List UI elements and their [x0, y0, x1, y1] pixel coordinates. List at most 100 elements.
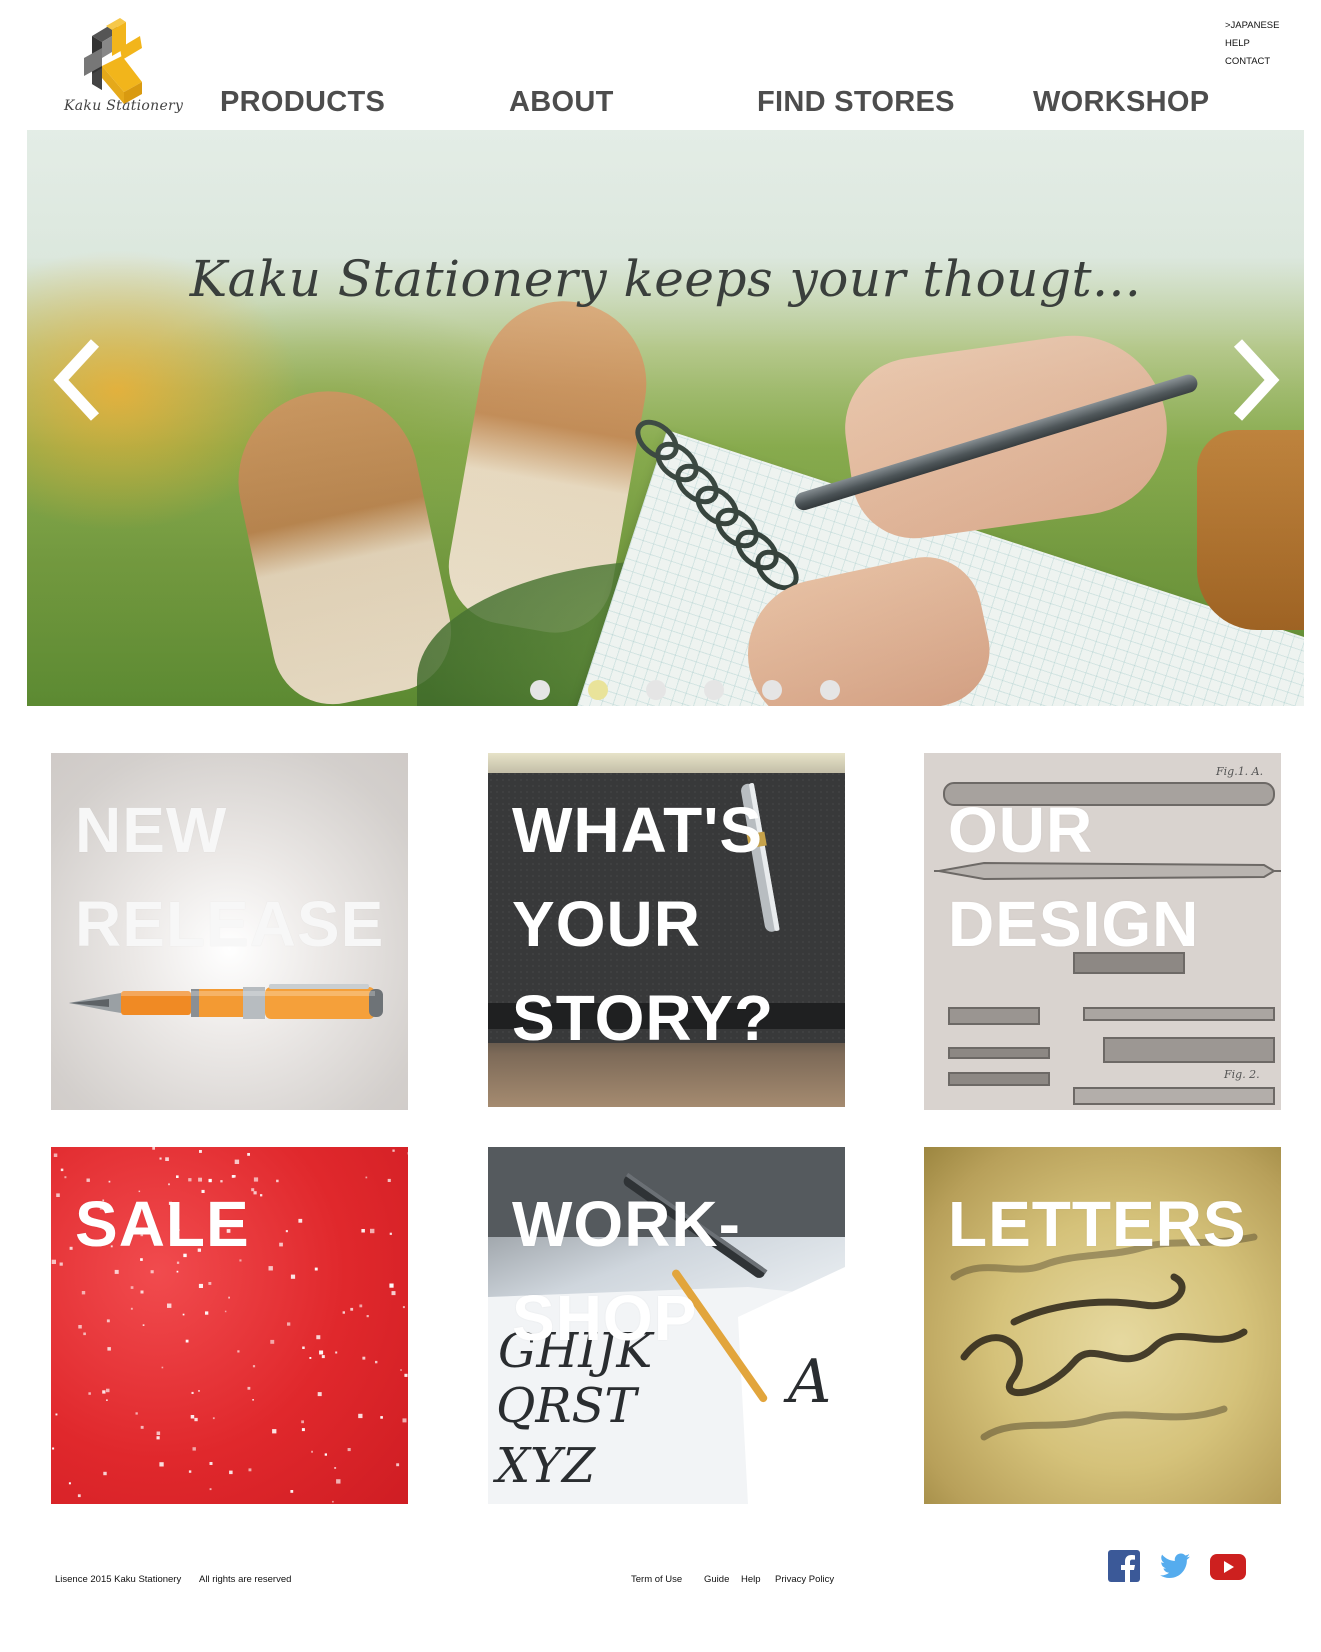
sparkle	[152, 1147, 155, 1150]
nav-about[interactable]: ABOUT	[509, 86, 614, 119]
sparkle	[276, 1179, 279, 1183]
tile-sale-label: SALE	[75, 1177, 250, 1271]
sparkle	[51, 1259, 56, 1264]
footer-link-privacy[interactable]: Privacy Policy	[775, 1574, 834, 1585]
help-link[interactable]: HELP	[1225, 35, 1279, 53]
sparkle	[302, 1346, 305, 1349]
sparkle	[209, 1462, 213, 1465]
nav-products[interactable]: PRODUCTS	[220, 86, 385, 119]
sparkle	[237, 1350, 240, 1353]
sparkle	[380, 1416, 383, 1419]
sparkle	[252, 1365, 256, 1368]
sparkle	[159, 1462, 164, 1467]
sparkle	[234, 1159, 240, 1164]
sparkle	[135, 1412, 138, 1415]
sparkle	[107, 1347, 111, 1351]
tile-letters[interactable]: LETTERS	[924, 1147, 1281, 1504]
sparkle	[309, 1357, 312, 1359]
sparkle	[324, 1453, 327, 1456]
slider-dot[interactable]	[762, 680, 782, 700]
footer-licence: Lisence 2015 Kaku Stationery	[55, 1574, 182, 1585]
slider-dot[interactable]	[530, 680, 550, 700]
sparkle	[321, 1355, 325, 1359]
nav-find-stores[interactable]: FIND STORES	[757, 86, 955, 119]
chevron-right-icon[interactable]	[1224, 335, 1284, 425]
sparkle	[253, 1191, 257, 1195]
sparkle	[407, 1152, 408, 1155]
sparkle	[387, 1178, 391, 1182]
sparkle	[404, 1373, 408, 1377]
contact-link[interactable]: CONTACT	[1225, 53, 1279, 71]
japanese-link[interactable]: >JAPANESE	[1225, 17, 1279, 35]
sparkle	[247, 1386, 251, 1390]
slider-dots	[27, 680, 1304, 702]
tile-workshop[interactable]: GHIJK QRST XYZ A WORK- SHOP	[488, 1147, 845, 1504]
sparkle	[224, 1310, 227, 1313]
sparkle	[359, 1304, 363, 1308]
tile-letters-label: LETTERS	[948, 1177, 1247, 1271]
footer-link-help[interactable]: Help	[741, 1574, 761, 1585]
sparkle	[336, 1479, 341, 1484]
hero-slider[interactable]: Kaku Stationery keeps your thougt...	[27, 130, 1304, 706]
sparkle	[400, 1369, 402, 1371]
slider-dot[interactable]	[646, 680, 666, 700]
sparkle	[375, 1360, 378, 1364]
sparkle	[287, 1322, 291, 1326]
sparkle	[248, 1468, 252, 1472]
twitter-icon[interactable]	[1160, 1553, 1190, 1579]
brand-name: Kaku Stationery	[64, 98, 184, 114]
tile-sale[interactable]: SALE	[51, 1147, 408, 1504]
tile-whats-your-story-label: WHAT'S YOUR STORY?	[512, 783, 774, 1065]
sparkle	[68, 1482, 71, 1485]
sparkle	[191, 1391, 194, 1394]
sparkle	[60, 1168, 64, 1172]
tile-label-line: OUR	[948, 794, 1094, 866]
sparkle	[247, 1153, 250, 1156]
tile-new-release[interactable]: NEW RELEASE	[51, 753, 408, 1110]
slider-dot[interactable]	[820, 680, 840, 700]
facebook-icon[interactable]	[1108, 1550, 1140, 1582]
fountain-pen-icon	[69, 984, 383, 1019]
chevron-left-icon[interactable]	[49, 335, 109, 425]
sparkle	[83, 1332, 86, 1336]
tile-workshop-label: WORK- SHOP	[512, 1177, 741, 1365]
tile-our-design[interactable]: Fig.1. A. Fig. 2. OUR DESIGN	[924, 753, 1281, 1110]
sparkle	[106, 1388, 110, 1393]
sparkle	[319, 1350, 324, 1355]
footer-rights: All rights are reserved	[199, 1574, 292, 1585]
footer-link-terms[interactable]: Term of Use	[631, 1574, 682, 1585]
sparkle	[366, 1315, 369, 1318]
sparkle	[140, 1290, 144, 1294]
sparkle	[199, 1150, 202, 1153]
slider-dot-active[interactable]	[588, 680, 608, 700]
tile-label-line: NEW	[75, 794, 228, 866]
sparkle	[402, 1306, 405, 1309]
sparkle	[78, 1325, 82, 1329]
sparkle	[205, 1311, 209, 1315]
sparkle	[209, 1488, 212, 1491]
calligraphy-sample: XYZ	[492, 1438, 597, 1494]
sparkle	[361, 1229, 365, 1233]
sparkle	[391, 1291, 396, 1296]
sparkle	[130, 1286, 134, 1289]
sparkle	[402, 1418, 407, 1423]
youtube-icon[interactable]	[1210, 1554, 1246, 1580]
nav-workshop[interactable]: WORKSHOP	[1033, 86, 1209, 119]
sparkle	[290, 1490, 294, 1493]
sparkle	[103, 1471, 107, 1476]
sparkle	[165, 1157, 169, 1161]
sparkle	[332, 1500, 334, 1503]
tile-whats-your-story[interactable]: WHAT'S YOUR STORY?	[488, 753, 845, 1107]
slider-dot[interactable]	[704, 680, 724, 700]
footer-link-guide[interactable]: Guide	[704, 1574, 729, 1585]
sparkle	[335, 1351, 338, 1354]
sparkle	[194, 1417, 198, 1422]
sparkle	[188, 1470, 192, 1473]
sparkle	[198, 1390, 200, 1392]
sparkle	[190, 1415, 195, 1419]
sparkle	[314, 1267, 318, 1271]
hero-tagline: Kaku Stationery keeps your thougt...	[189, 250, 1142, 308]
calligraphy-sample: A	[783, 1347, 831, 1417]
sparkle	[167, 1303, 172, 1308]
sparkle	[208, 1282, 212, 1285]
